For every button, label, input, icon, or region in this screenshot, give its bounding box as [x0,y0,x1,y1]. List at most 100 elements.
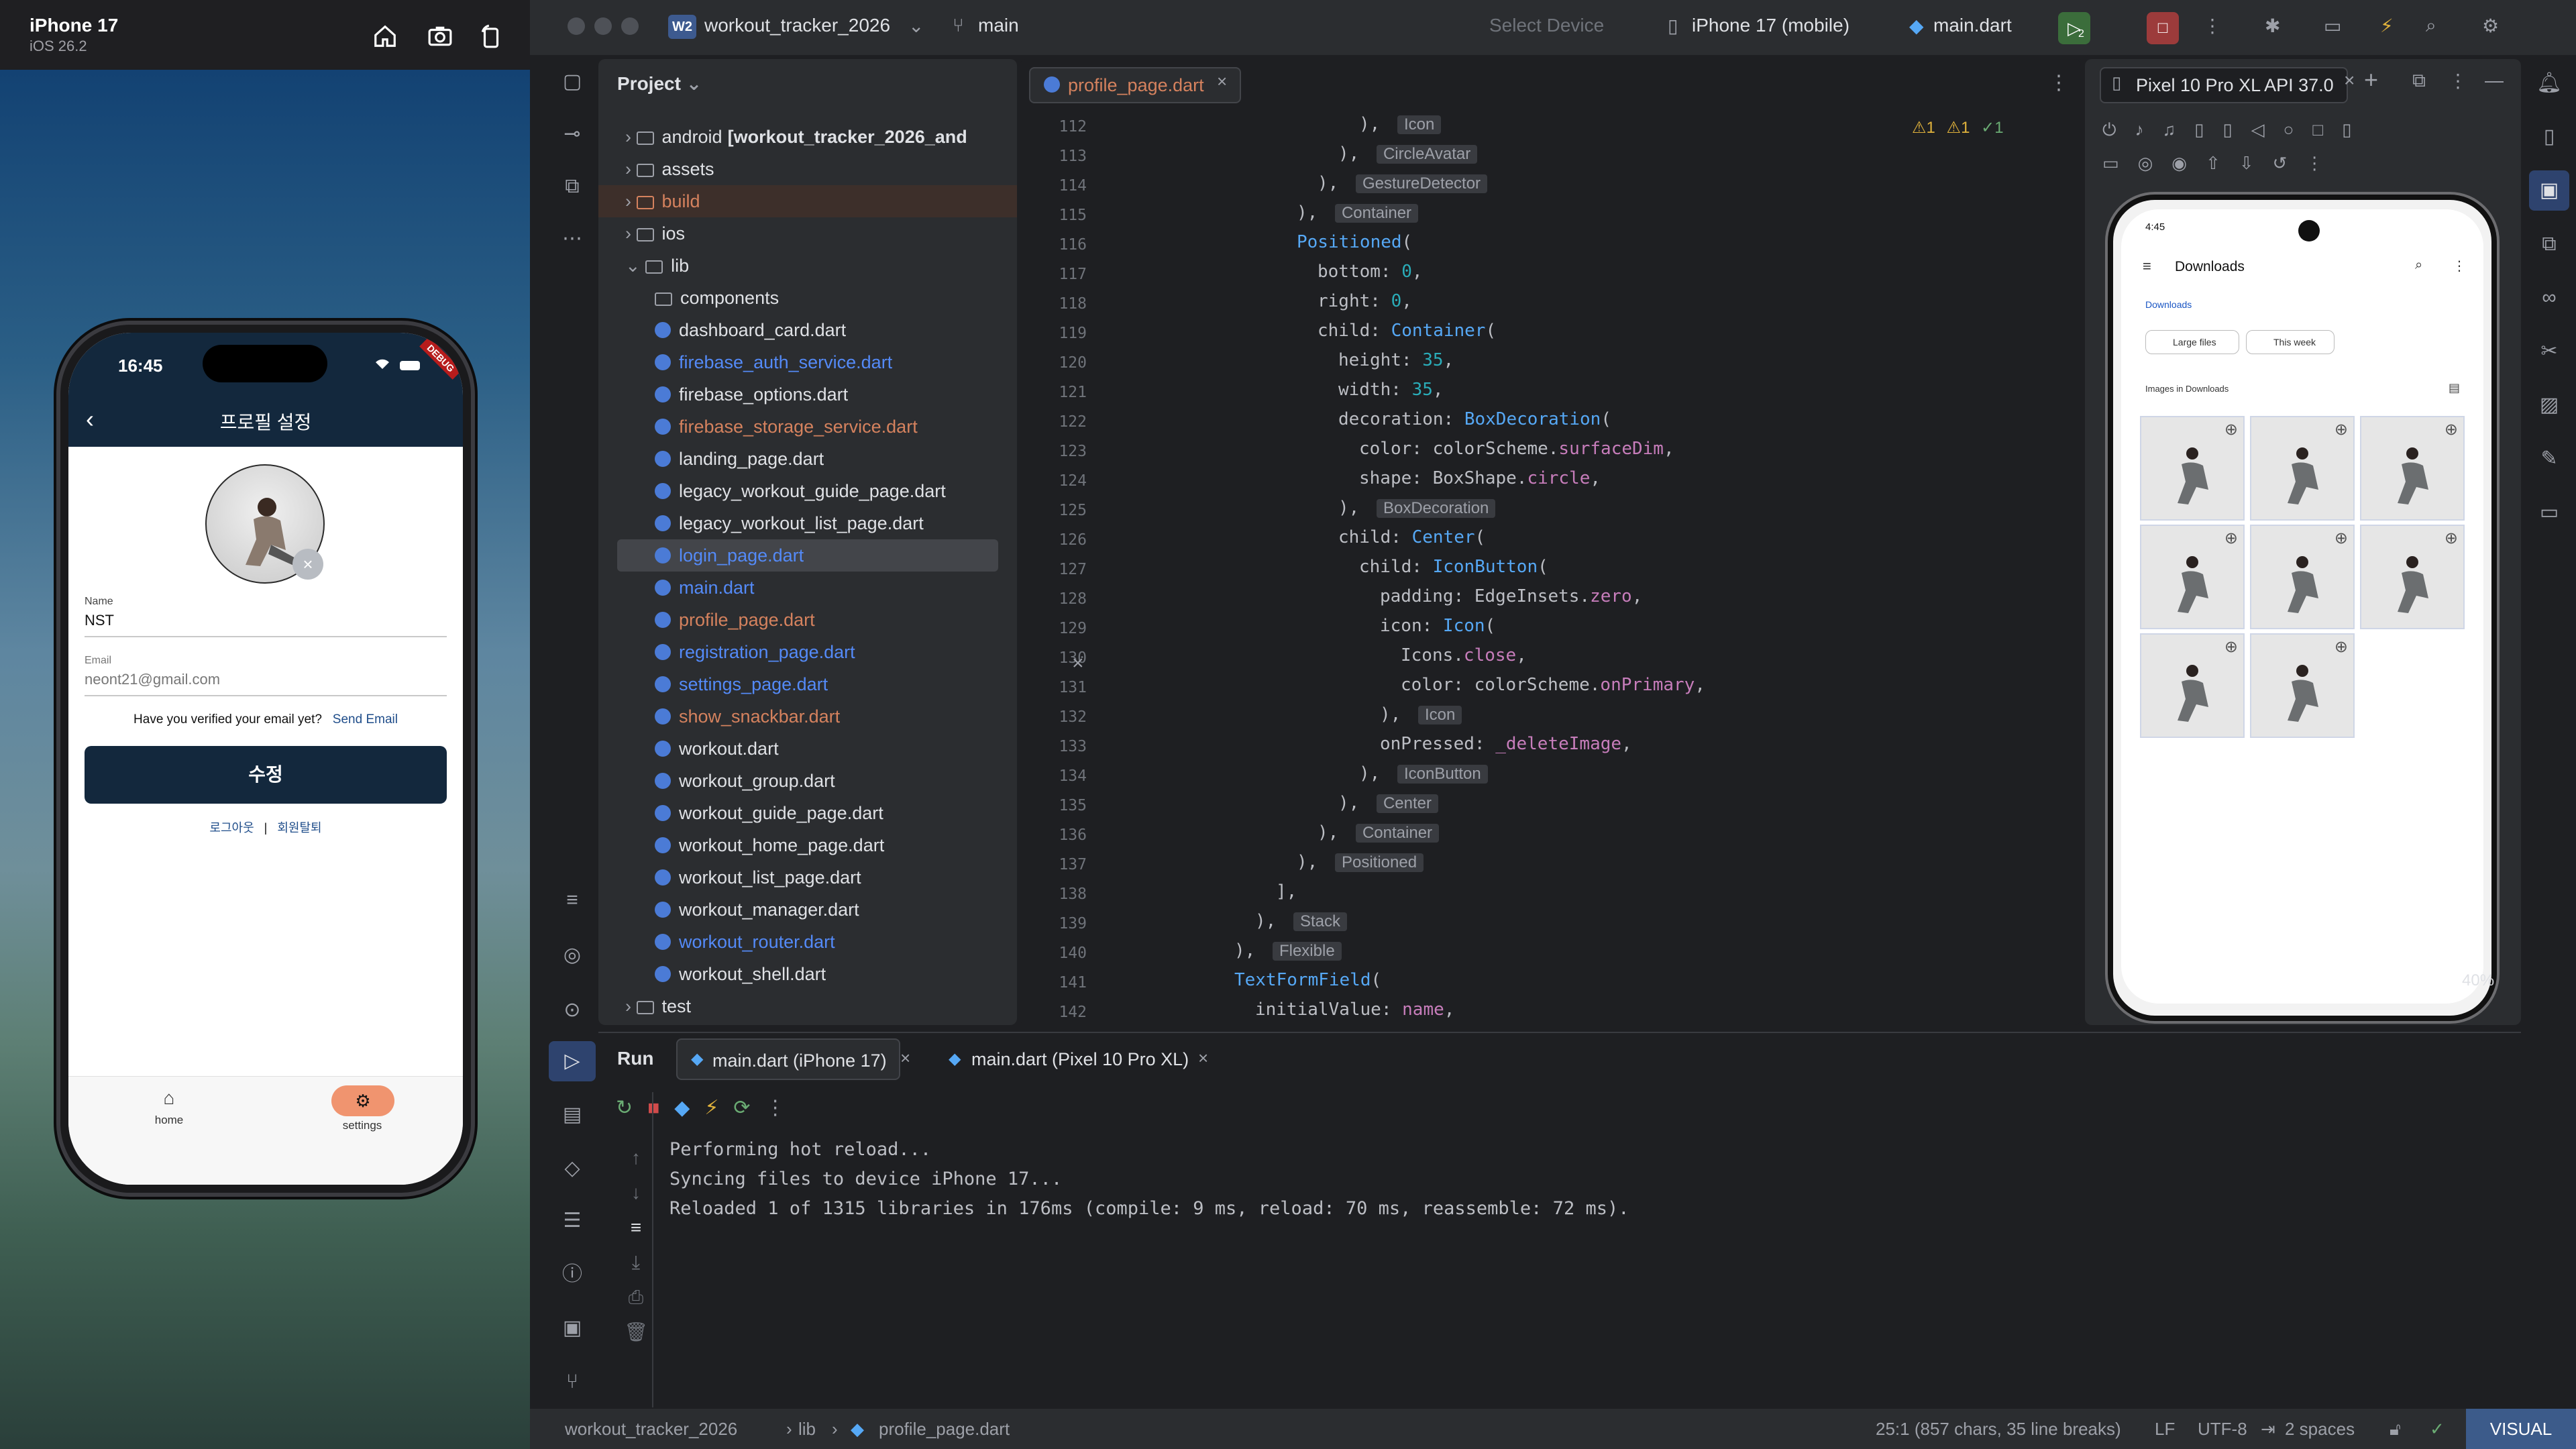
code-line[interactable]: ), Positioned [1297,852,1424,872]
tree-file[interactable]: workout_guide_page.dart [598,797,1017,829]
problems-icon[interactable]: ⓘ [549,1254,596,1295]
breadcrumb-folder[interactable]: lib [798,1419,816,1440]
image-thumbnail[interactable]: ⊕ [2140,416,2245,521]
select-icon[interactable]: ⊕ [2334,420,2348,439]
more-horizontal-icon[interactable]: ⋯ [549,219,596,259]
code-line[interactable]: ), Flexible [1234,941,1342,961]
code-line[interactable]: child: IconButton( [1359,557,1548,577]
gem-icon[interactable]: ◇ [549,1148,596,1189]
inspection-widget[interactable]: ⚠1 ⚠1 ✓1 [1912,118,2004,138]
close-icon[interactable]: × [2344,70,2355,91]
line-ending[interactable]: LF [2155,1419,2175,1440]
android-breadcrumb[interactable]: Downloads [2145,299,2192,310]
select-icon[interactable]: ⊕ [2334,529,2348,548]
code-line[interactable]: child: Center( [1338,527,1485,547]
breadcrumb-file[interactable]: profile_page.dart [879,1419,1010,1440]
settings-icon[interactable]: ⚙ [2482,15,2499,37]
code-line[interactable]: onPressed: _deleteImage, [1380,734,1632,754]
code-line[interactable]: icon: Icon( [1380,616,1495,636]
tree-folder[interactable]: components [598,282,1017,314]
code-line[interactable]: ), Icon [1359,114,1442,134]
arrow-down-icon[interactable]: ↓ [616,1175,656,1210]
tree-file[interactable]: dashboard_card.dart [598,314,1017,346]
link-icon[interactable]: ∞ [2529,278,2569,318]
breakpoint-close-icon[interactable]: × [1072,652,1084,675]
image-thumbnail[interactable]: ⊕ [2250,633,2355,738]
more-vertical-icon[interactable]: ⋮ [2449,70,2467,92]
image-thumbnail[interactable]: ⊕ [2140,525,2245,629]
tree-file[interactable]: legacy_workout_list_page.dart [598,507,1017,539]
edit-icon[interactable]: ✎ [2529,439,2569,479]
running-devices-icon[interactable]: ▣ [2529,170,2569,211]
soft-wrap-icon[interactable]: ≡ [616,1210,656,1245]
code-line[interactable]: ), Container [1297,203,1419,223]
code-line[interactable]: ), Icon [1380,704,1462,724]
tree-file[interactable]: workout.dart [598,733,1017,765]
menu-icon[interactable]: ≡ [2143,258,2151,275]
debug-icon[interactable]: ✱ [2265,15,2280,37]
file-encoding[interactable]: UTF-8 [2198,1419,2247,1440]
flutter-devtools-icon[interactable]: ◆ [674,1097,704,1119]
close-icon[interactable]: × [292,549,323,580]
chevron-down-icon[interactable]: ⌄ [625,256,645,276]
run-icon[interactable]: ▷ [2058,12,2090,44]
search-icon[interactable]: ⌕ [2426,15,2436,37]
restart-icon[interactable]: ↻ [616,1097,647,1119]
gallery-icon[interactable]: ▨ [2529,385,2569,425]
layout-icon[interactable]: ▭ [2529,492,2569,533]
code-line[interactable]: child: Container( [1318,321,1496,341]
tree-file[interactable]: show_snackbar.dart [598,700,1017,733]
chevron-right-icon[interactable]: › [625,223,637,244]
search-icon[interactable]: ⌕ [2415,258,2422,273]
more-vertical-icon[interactable]: ⋮ [2453,258,2466,274]
tree-file[interactable]: registration_page.dart [598,636,1017,668]
tree-file[interactable]: workout_group.dart [598,765,1017,797]
device-manager-icon[interactable]: ▭ [2324,15,2341,37]
code-line[interactable]: padding: EdgeInsets.zero, [1380,586,1642,606]
chip-this-week[interactable]: This week [2246,330,2334,354]
code-line[interactable]: Positioned( [1297,232,1412,252]
code-line[interactable]: width: 35, [1338,380,1444,400]
run-tab-iphone[interactable]: main.dart (iPhone 17) [676,1038,900,1080]
rotate-icon[interactable] [475,20,507,52]
withdraw-link[interactable]: 회원탈퇴 [277,821,321,835]
arrow-up-icon[interactable]: ↑ [616,1140,656,1175]
hot-reload-icon[interactable]: ⚡ [704,1097,733,1119]
close-icon[interactable]: × [900,1048,910,1069]
tree-file[interactable]: firebase_auth_service.dart [598,346,1017,378]
hot-restart-icon[interactable]: ⟳ [733,1097,765,1119]
device-file-icon[interactable]: ▯ [2529,117,2569,157]
more-vertical-icon[interactable]: ⋮ [765,1097,800,1119]
tree-folder[interactable]: › ios [598,217,1017,250]
tab-home[interactable]: ⌂ home [122,1083,216,1127]
tree-file[interactable]: workout_shell.dart [598,958,1017,990]
edit-button[interactable]: 수정 [85,746,447,804]
tree-folder[interactable]: › android [workout_tracker_2026_and [598,121,1017,153]
tree-file[interactable]: workout_home_page.dart [598,829,1017,861]
name-field[interactable]: NST [85,612,114,629]
run-side-tools[interactable]: ↑ ↓ ≡ ⤓ ⎙ 🗑︎ [616,1140,656,1350]
structure-icon[interactable]: ⧉ [549,166,596,207]
select-icon[interactable]: ⊕ [2445,529,2458,548]
todo-icon[interactable]: ≡ [549,880,596,920]
external-window-icon[interactable]: ⧉ [2412,70,2426,92]
tools-icon[interactable]: ✂ [2529,331,2569,372]
code-line[interactable]: shape: BoxShape.circle, [1359,468,1601,488]
run-toolbar[interactable]: ↻■◆⚡⟳⋮ [616,1096,830,1120]
select-icon[interactable]: ⊕ [2224,529,2238,548]
tree-file[interactable]: firebase_storage_service.dart [598,411,1017,443]
chevron-right-icon[interactable]: › [625,996,637,1016]
stop-icon[interactable]: □ [2147,12,2179,44]
tree-folder[interactable]: › assets [598,153,1017,185]
services-icon[interactable]: ⊙ [549,990,596,1030]
tree-folder[interactable]: › build [598,185,1017,217]
tree-file[interactable]: workout_list_page.dart [598,861,1017,894]
flutter-inspector-icon[interactable]: ◎ [549,935,596,975]
window-zoom-button[interactable] [621,17,639,35]
add-icon[interactable]: + [2364,66,2378,94]
folder-icon[interactable]: ▢ [549,62,596,102]
send-email-link[interactable]: Send Email [333,712,398,727]
code-line[interactable]: height: 35, [1338,350,1454,370]
print-icon[interactable]: ⎙ [616,1280,656,1315]
select-icon[interactable]: ⊕ [2445,420,2458,439]
